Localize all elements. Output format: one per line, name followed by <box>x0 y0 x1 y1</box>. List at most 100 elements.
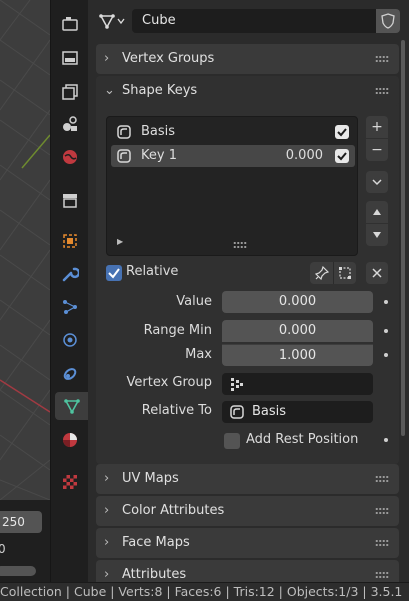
drag-grip-icon[interactable] <box>375 507 389 515</box>
chevron-right-icon: › <box>104 51 110 66</box>
max-label: Max <box>185 347 212 362</box>
vertex-group-label: Vertex Group <box>126 375 213 390</box>
tab-view-layer[interactable] <box>56 78 84 106</box>
shape-key-mute-checkbox[interactable] <box>335 149 349 163</box>
shape-key-value[interactable]: 0.000 <box>286 145 323 167</box>
material-icon <box>63 433 77 447</box>
panel-title: Face Maps <box>122 535 190 550</box>
chevron-right-icon: › <box>104 503 110 518</box>
shape-key-specials-button[interactable] <box>366 171 388 193</box>
checkmark-icon <box>337 128 347 137</box>
range-min-label: Range Min <box>143 323 212 338</box>
vertex-group-icon <box>231 378 243 391</box>
checkmark-icon <box>337 152 347 161</box>
fake-user-button[interactable] <box>376 9 400 33</box>
mesh-data-icon <box>99 14 115 29</box>
properties-editor: Cube › Vertex Groups ⌄ Shape Keys Basis … <box>88 0 409 582</box>
drag-grip-icon[interactable] <box>375 55 389 63</box>
world-icon <box>63 150 77 164</box>
tab-render[interactable] <box>56 10 84 38</box>
list-resize-grip-icon[interactable] <box>233 241 247 249</box>
mesh-name-field[interactable]: Cube <box>132 9 376 33</box>
keyframe-dot-icon[interactable] <box>384 438 388 442</box>
relative-to-field[interactable]: Basis <box>222 401 373 423</box>
shape-key-icon <box>117 125 131 139</box>
texture-icon <box>63 475 77 489</box>
list-item[interactable]: Key 1 0.000 <box>111 145 355 167</box>
pin-edit-group <box>310 262 356 284</box>
shape-key-edit-mode-button[interactable] <box>333 262 356 284</box>
chevron-down-icon: ⌄ <box>104 83 115 98</box>
drag-grip-icon[interactable] <box>375 475 389 483</box>
tab-texture[interactable] <box>56 468 84 496</box>
value-field[interactable]: 0.000 <box>222 291 373 313</box>
panel-title: Color Attributes <box>122 503 225 518</box>
drag-grip-icon[interactable] <box>375 539 389 547</box>
shape-key-name: Basis <box>141 124 176 139</box>
triangle-down-icon <box>373 232 381 238</box>
panel-title: Shape Keys <box>122 83 198 98</box>
add-rest-position-label: Add Rest Position <box>246 432 359 447</box>
chevron-right-icon: › <box>104 535 110 550</box>
frame-current-field[interactable]: 0 <box>0 542 6 556</box>
relative-checkbox[interactable] <box>106 265 122 281</box>
panel-title: Vertex Groups <box>122 51 215 66</box>
shape-key-list[interactable]: Basis Key 1 0.000 ▶ <box>106 116 358 256</box>
list-item[interactable]: Basis <box>111 121 355 143</box>
panel-shape-keys: ⌄ Shape Keys Basis Key 1 0.000 ▶ + − Rel… <box>96 76 399 464</box>
tab-particles[interactable] <box>56 293 84 321</box>
tab-output[interactable] <box>56 44 84 72</box>
panel-title: UV Maps <box>122 471 179 486</box>
shape-key-mute-checkbox[interactable] <box>335 125 349 139</box>
status-bar-text: Collection | Cube | Verts:8 | Faces:6 | … <box>0 584 403 599</box>
tab-constraints[interactable] <box>56 360 84 388</box>
chevron-down-icon <box>372 179 382 186</box>
clear-shape-keys-button[interactable] <box>366 262 388 284</box>
move-up-button[interactable] <box>366 201 388 223</box>
frame-end-field[interactable]: 250 <box>0 511 42 533</box>
tab-material[interactable] <box>56 426 84 454</box>
properties-scrollbar[interactable] <box>401 40 405 436</box>
drag-grip-icon[interactable] <box>375 87 389 95</box>
max-field[interactable]: 1.000 <box>222 344 373 366</box>
add-shape-key-button[interactable]: + <box>366 116 388 138</box>
data-type-dropdown[interactable] <box>98 10 134 32</box>
constraints-icon <box>63 368 77 380</box>
checkmark-icon <box>108 268 120 279</box>
properties-header: Cube <box>88 0 409 40</box>
remove-shape-key-button[interactable]: − <box>366 139 388 161</box>
shape-key-name: Key 1 <box>141 148 177 163</box>
add-rest-position-checkbox[interactable] <box>224 433 240 449</box>
panel-vertex-groups[interactable]: › Vertex Groups <box>96 44 399 74</box>
tab-object-data[interactable] <box>55 392 89 420</box>
particles-icon <box>63 300 77 314</box>
move-down-button[interactable] <box>366 224 388 246</box>
vertex-group-field[interactable] <box>222 373 373 395</box>
data-icon <box>64 399 80 414</box>
panel-color-attributes[interactable]: › Color Attributes <box>96 496 399 526</box>
tab-world[interactable] <box>56 143 84 171</box>
edit-mode-icon <box>339 267 351 279</box>
tab-scene[interactable] <box>56 110 84 138</box>
shape-key-icon <box>117 149 131 163</box>
panel-face-maps[interactable]: › Face Maps <box>96 528 399 558</box>
object-icon <box>63 234 77 248</box>
tab-modifiers[interactable] <box>56 260 84 288</box>
3d-viewport[interactable]: 250 0 <box>0 0 50 582</box>
tab-physics[interactable] <box>56 326 84 354</box>
panel-uv-maps[interactable]: › UV Maps <box>96 464 399 494</box>
timeline-slider[interactable] <box>0 566 36 576</box>
close-icon <box>372 268 382 278</box>
panel-attributes[interactable]: › Attributes <box>96 560 399 582</box>
drag-grip-icon[interactable] <box>375 571 389 579</box>
panel-title: Attributes <box>122 567 187 582</box>
keyframe-dot-icon[interactable] <box>384 329 388 333</box>
shape-key-lock-button[interactable] <box>310 262 333 284</box>
keyframe-dot-icon[interactable] <box>384 353 388 357</box>
list-filter-toggle-icon[interactable]: ▶ <box>117 237 123 246</box>
panel-shape-keys-header[interactable]: ⌄ Shape Keys <box>96 76 399 106</box>
keyframe-dot-icon[interactable] <box>384 300 388 304</box>
range-min-field[interactable]: 0.000 <box>222 320 373 342</box>
tab-object[interactable] <box>56 227 84 255</box>
tab-collection[interactable] <box>56 186 84 214</box>
